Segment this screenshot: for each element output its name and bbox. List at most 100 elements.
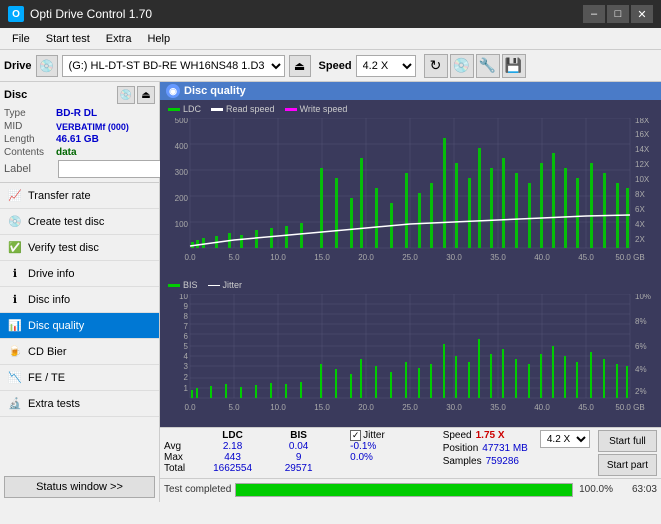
refresh-button[interactable]: ↻ (424, 54, 448, 78)
drive-label: Drive (4, 60, 32, 72)
svg-text:2%: 2% (635, 387, 647, 396)
verify-test-disc-icon: ✅ (8, 241, 22, 255)
start-full-button[interactable]: Start full (598, 430, 657, 452)
svg-text:16X: 16X (635, 130, 650, 139)
svg-text:20.0: 20.0 (358, 403, 374, 412)
max-jitter: 0.0% (346, 452, 431, 463)
drive-info-icon: ℹ (8, 267, 22, 281)
avg-ldc: 2.18 (194, 441, 271, 452)
minimize-button[interactable]: – (583, 5, 605, 23)
svg-text:9: 9 (184, 302, 189, 311)
type-value: BD-R DL (56, 108, 97, 119)
save-button[interactable]: 💾 (502, 54, 526, 78)
total-ldc: 1662554 (194, 463, 271, 474)
sidebar-item-create-test-disc[interactable]: 💿 Create test disc (0, 209, 159, 235)
sidebar-item-cd-bier[interactable]: 🍺 CD Bier (0, 339, 159, 365)
jitter-legend: Jitter (208, 280, 243, 290)
svg-text:2X: 2X (635, 235, 645, 244)
sidebar-item-extra-tests[interactable]: 🔬 Extra tests (0, 391, 159, 417)
sidebar-item-verify-test-disc[interactable]: ✅ Verify test disc (0, 235, 159, 261)
position-label: Position (443, 443, 479, 454)
sidebar-item-drive-info[interactable]: ℹ Drive info (0, 261, 159, 287)
stats-table: LDC BIS ✓ Jitter Avg 2.18 0.04 -0. (164, 430, 431, 474)
svg-text:40.0: 40.0 (534, 253, 550, 262)
svg-text:10.0: 10.0 (270, 403, 286, 412)
contents-label: Contents (4, 147, 56, 158)
total-bis: 29571 (271, 463, 326, 474)
svg-text:15.0: 15.0 (314, 253, 330, 262)
eject-button[interactable]: ⏏ (289, 55, 311, 77)
svg-text:45.0: 45.0 (578, 253, 594, 262)
app-title: Opti Drive Control 1.70 (30, 7, 583, 21)
disc-eject-btn[interactable]: ⏏ (137, 86, 155, 104)
svg-text:4%: 4% (635, 365, 647, 374)
svg-text:200: 200 (175, 194, 189, 203)
svg-text:20.0: 20.0 (358, 253, 374, 262)
sidebar-item-disc-info[interactable]: ℹ Disc info (0, 287, 159, 313)
disc-image-icon: 💿 (117, 86, 135, 104)
read-speed-label: Read speed (226, 104, 275, 114)
settings-button[interactable]: 🔧 (476, 54, 500, 78)
fe-te-icon: 📉 (8, 371, 22, 385)
sidebar-item-label: Verify test disc (28, 242, 99, 254)
sidebar-item-disc-quality[interactable]: 📊 Disc quality (0, 313, 159, 339)
svg-text:10: 10 (179, 294, 188, 301)
maximize-button[interactable]: □ (607, 5, 629, 23)
jitter-header: Jitter (363, 430, 385, 441)
menu-start-test[interactable]: Start test (38, 31, 98, 47)
length-value: 46.61 GB (56, 134, 99, 145)
test-speed-select[interactable]: 4.2 X (540, 430, 590, 448)
avg-jitter: -0.1% (346, 441, 431, 452)
chart2-legend: BIS Jitter (160, 276, 661, 294)
cd-bier-icon: 🍺 (8, 345, 22, 359)
sidebar-item-label: FE / TE (28, 372, 65, 384)
svg-text:6%: 6% (635, 342, 647, 351)
speed-label: Speed (319, 60, 352, 72)
bis-label: BIS (183, 280, 198, 290)
menu-help[interactable]: Help (139, 31, 178, 47)
status-window-button[interactable]: Status window >> (4, 476, 155, 498)
svg-text:300: 300 (175, 168, 189, 177)
drive-select[interactable]: (G:) HL-DT-ST BD-RE WH16NS48 1.D3 (62, 55, 285, 77)
svg-text:4X: 4X (635, 220, 645, 229)
disc-button[interactable]: 💿 (450, 54, 474, 78)
menu-file[interactable]: File (4, 31, 38, 47)
sidebar-item-transfer-rate[interactable]: 📈 Transfer rate (0, 183, 159, 209)
toolbar-icons: ↻ 💿 🔧 💾 (424, 54, 526, 78)
svg-text:0.0: 0.0 (184, 403, 196, 412)
speed-select[interactable]: 4.2 X (356, 55, 416, 77)
sidebar-item-fe-te[interactable]: 📉 FE / TE (0, 365, 159, 391)
label-label: Label (4, 163, 56, 175)
transfer-rate-icon: 📈 (8, 189, 22, 203)
menu-extra[interactable]: Extra (98, 31, 140, 47)
max-ldc: 443 (194, 452, 271, 463)
jitter-checkbox[interactable]: ✓ (350, 430, 361, 441)
svg-text:6: 6 (184, 332, 189, 341)
svg-text:30.0: 30.0 (446, 403, 462, 412)
speed-select-section: 4.2 X (540, 430, 590, 448)
svg-text:7: 7 (184, 322, 189, 331)
ldc-header: LDC (194, 430, 271, 441)
progress-bar-container: Test completed 100.0% 63:03 (160, 478, 661, 500)
bis-legend: BIS (168, 280, 198, 290)
svg-text:5.0: 5.0 (228, 403, 240, 412)
start-part-button[interactable]: Start part (598, 454, 657, 476)
drive-icon: 💿 (36, 55, 58, 77)
disc-section: Disc 💿 ⏏ Type BD-R DL MID VERBATIMf (000… (0, 82, 159, 183)
svg-text:5.0: 5.0 (228, 253, 240, 262)
chart1-legend: LDC Read speed Write speed (160, 100, 661, 118)
max-label: Max (164, 452, 194, 463)
avg-speed: 1.75 X (476, 430, 505, 441)
jitter-check-cell[interactable]: ✓ Jitter (346, 430, 431, 441)
jitter-label: Jitter (223, 280, 243, 290)
close-button[interactable]: ✕ (631, 5, 653, 23)
action-buttons: Start full Start part (598, 430, 657, 476)
chart1-area: 500 400 300 200 100 18X 16X 14X 12X 10X … (160, 118, 661, 276)
left-panel: Disc 💿 ⏏ Type BD-R DL MID VERBATIMf (000… (0, 82, 160, 502)
right-panel: ◉ Disc quality LDC Read speed Write spee… (160, 82, 661, 502)
progress-percent: 100.0% (577, 484, 613, 495)
ldc-legend: LDC (168, 104, 201, 114)
svg-text:50.0 GB: 50.0 GB (615, 253, 644, 262)
svg-text:6X: 6X (635, 205, 645, 214)
read-speed-legend: Read speed (211, 104, 275, 114)
